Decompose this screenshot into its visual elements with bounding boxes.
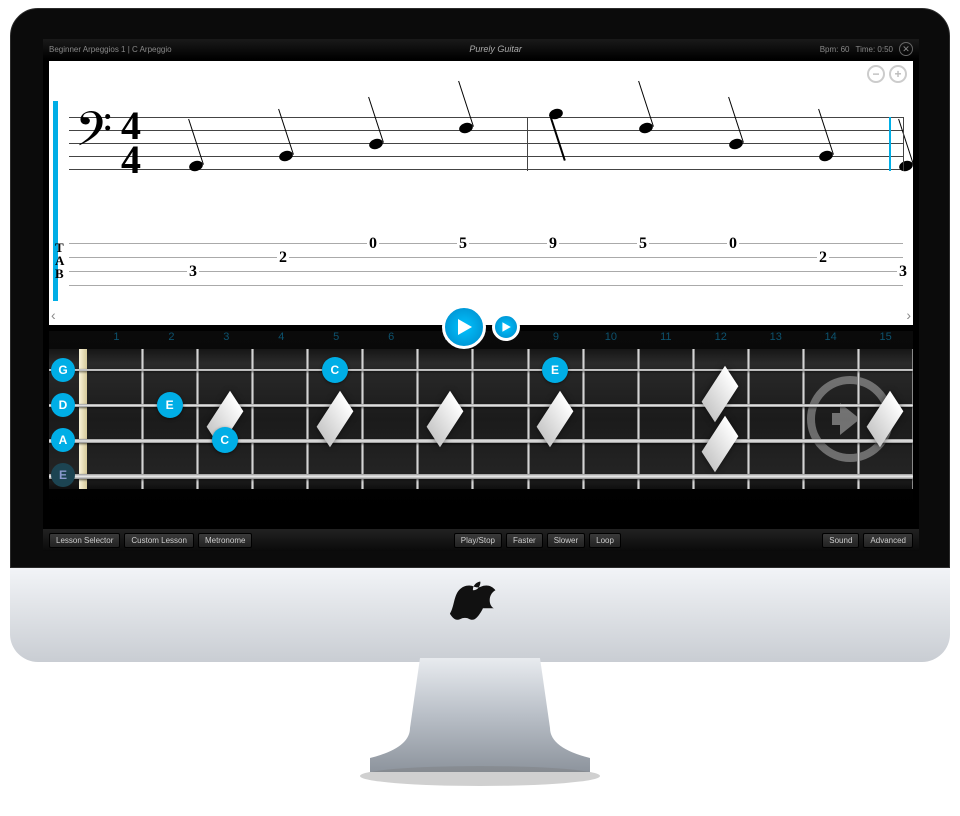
string-label: G xyxy=(51,358,75,382)
tab-number: 5 xyxy=(637,235,649,253)
scroll-left-icon[interactable]: ‹ xyxy=(51,307,56,323)
string xyxy=(49,439,913,443)
tab-number: 0 xyxy=(727,235,739,253)
string xyxy=(49,474,913,479)
play-controls xyxy=(442,305,520,349)
fret-inlay xyxy=(702,416,739,473)
tab-label: T A B xyxy=(55,241,64,280)
string xyxy=(49,369,913,371)
top-bar: Beginner Arpeggios 1 | C Arpeggio Purely… xyxy=(43,39,919,59)
bottom-bar: Lesson Selector Custom Lesson Metronome … xyxy=(43,529,919,551)
monitor-bezel: Beginner Arpeggios 1 | C Arpeggio Purely… xyxy=(10,8,950,568)
apple-logo-icon xyxy=(450,580,510,650)
metronome-button[interactable]: Metronome xyxy=(198,533,252,548)
sound-button[interactable]: Sound xyxy=(822,533,859,548)
fret-note-dot[interactable]: E xyxy=(542,357,568,383)
fret-note-dot[interactable]: E xyxy=(157,392,183,418)
bass-clef: 𝄢 xyxy=(75,107,112,165)
tab-number: 9 xyxy=(547,235,559,253)
zoom-in-icon[interactable]: + xyxy=(889,65,907,83)
tab-number: 0 xyxy=(367,235,379,253)
imac-frame: Beginner Arpeggios 1 | C Arpeggio Purely… xyxy=(10,8,950,808)
string-label: D xyxy=(51,393,75,417)
notation-panel: − + 𝄢 4 4 xyxy=(49,61,913,325)
play-half-button[interactable] xyxy=(492,313,520,341)
time-signature: 4 4 xyxy=(121,109,141,177)
play-button[interactable] xyxy=(442,305,486,349)
string-label: A xyxy=(51,428,75,452)
close-icon[interactable]: ✕ xyxy=(899,42,913,56)
time-indicator: Time: 0:50 xyxy=(856,45,894,54)
app-logo-text: Purely Guitar xyxy=(469,44,522,54)
zoom-controls: − + xyxy=(867,65,907,83)
tab-number: 3 xyxy=(897,263,909,281)
lesson-selector-button[interactable]: Lesson Selector xyxy=(49,533,120,548)
advanced-button[interactable]: Advanced xyxy=(863,533,913,548)
zoom-out-icon[interactable]: − xyxy=(867,65,885,83)
loop-button[interactable]: Loop xyxy=(589,533,621,548)
fret-note-dot[interactable]: C xyxy=(212,427,238,453)
tab-number: 2 xyxy=(277,249,289,267)
monitor-stand xyxy=(350,658,610,788)
fretboard[interactable]: GDAECEEC xyxy=(49,349,913,489)
string-label: E xyxy=(51,463,75,487)
tab-number: 3 xyxy=(187,263,199,281)
fret-inlay xyxy=(702,366,739,423)
monitor-chin xyxy=(10,568,950,662)
custom-lesson-button[interactable]: Custom Lesson xyxy=(124,533,194,548)
fret-note-dot[interactable]: C xyxy=(322,357,348,383)
tab-number: 5 xyxy=(457,235,469,253)
play-stop-button[interactable]: Play/Stop xyxy=(454,533,502,548)
fretboard-panel: 12 34 56 78 910 1112 1314 15 GDAECEEC xyxy=(49,331,913,511)
app-screen: Beginner Arpeggios 1 | C Arpeggio Purely… xyxy=(43,39,919,551)
lesson-title: Beginner Arpeggios 1 | C Arpeggio xyxy=(49,45,172,54)
scroll-right-icon[interactable]: › xyxy=(906,307,911,323)
tab-number: 2 xyxy=(817,249,829,267)
faster-button[interactable]: Faster xyxy=(506,533,543,548)
bpm-indicator: Bpm: 60 xyxy=(820,45,850,54)
slower-button[interactable]: Slower xyxy=(547,533,585,548)
